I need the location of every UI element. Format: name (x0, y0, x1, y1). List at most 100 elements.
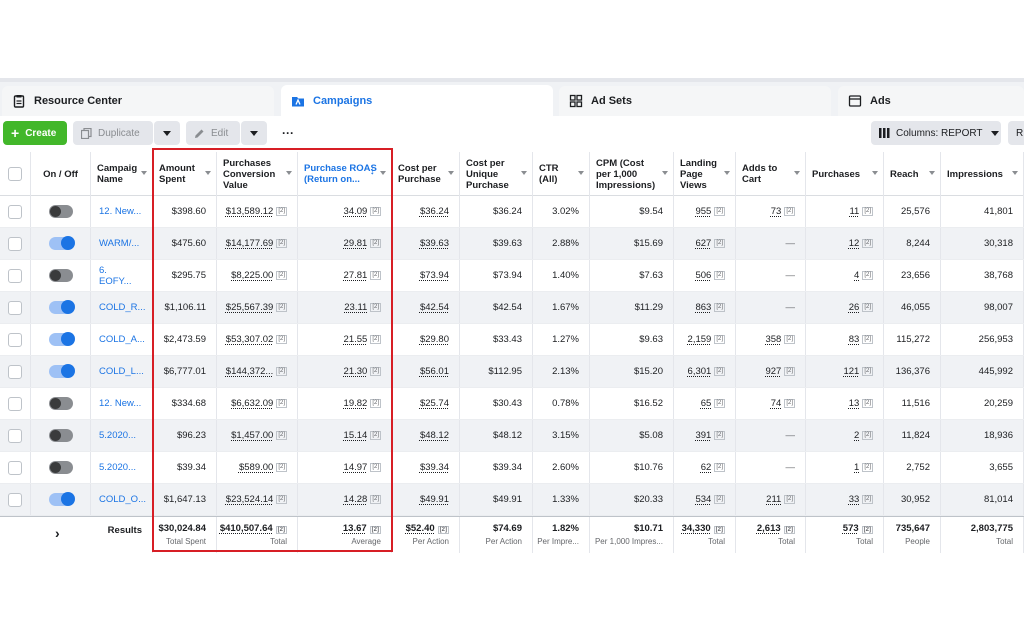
attribution-note-icon[interactable]: [2] (862, 239, 873, 248)
cell-value: 11 (849, 206, 860, 217)
attribution-note-icon[interactable]: [2] (713, 526, 725, 534)
attribution-note-icon[interactable]: [2] (862, 271, 873, 280)
cell-name: 12. New... (91, 196, 153, 227)
cell-reach: 30,952 (884, 484, 941, 515)
attribution-note-icon[interactable]: [2] (862, 303, 873, 312)
edit-dropdown-button[interactable] (241, 121, 267, 145)
attribution-note-icon[interactable]: [2] (714, 399, 725, 408)
cell-value[interactable]: COLD_A... (99, 334, 145, 345)
row-checkbox[interactable] (8, 268, 22, 283)
cell-value[interactable]: 5.2020... (99, 462, 136, 473)
tab-label: Ads (870, 95, 891, 107)
attribution-note-icon[interactable]: [2] (714, 495, 725, 504)
column-header-impr[interactable]: Impressions (941, 152, 1024, 196)
attribution-note-icon[interactable]: [2] (784, 399, 795, 408)
campaign-toggle[interactable] (48, 397, 73, 410)
attribution-note-icon[interactable]: [2] (862, 431, 873, 440)
cell-value[interactable]: 6. EOFY... (99, 265, 142, 287)
more-options-button[interactable]: ··· (276, 121, 300, 145)
column-header-cpp[interactable]: Cost per Purchase (392, 152, 460, 196)
attribution-note-icon[interactable]: [2] (714, 431, 725, 440)
results-value: 2,613 [2] (736, 523, 795, 534)
column-header-on[interactable]: On / Off (31, 152, 91, 196)
chevron-right-icon[interactable]: › (55, 525, 81, 541)
cell-value: 8,244 (906, 238, 930, 249)
tab-ads[interactable]: Ads (838, 86, 1024, 116)
duplicate-dropdown-button[interactable] (154, 121, 180, 145)
columns-button[interactable]: Columns: REPORT (871, 121, 1001, 145)
cell-atc: — (736, 292, 806, 323)
cell-value[interactable]: COLD_L... (99, 366, 144, 377)
cell-cpm: $11.29 (590, 292, 674, 323)
campaign-toggle[interactable] (48, 364, 75, 378)
row-checkbox[interactable] (8, 460, 22, 475)
column-header-ctr[interactable]: CTR (All) (533, 152, 590, 196)
cell-value[interactable]: 12. New... (99, 206, 141, 217)
row-checkbox[interactable] (8, 204, 22, 219)
attribution-note-icon[interactable]: [2] (861, 526, 873, 534)
attribution-note-icon[interactable]: [2] (714, 367, 725, 376)
cell-value[interactable]: WARM/... (99, 238, 139, 249)
attribution-note-icon[interactable]: [2] (784, 335, 795, 344)
tab-campaigns[interactable]: Campaigns (281, 85, 553, 116)
column-header-cpm[interactable]: CPM (Cost per 1,000 Impressions) (590, 152, 674, 196)
attribution-note-icon[interactable]: [2] (714, 335, 725, 344)
edit-button[interactable]: Edit (186, 121, 240, 145)
campaign-toggle[interactable] (48, 492, 75, 506)
cell-value[interactable]: COLD_O... (99, 494, 146, 505)
attribution-note-icon[interactable]: [2] (714, 303, 725, 312)
tab-ad-sets[interactable]: Ad Sets (559, 86, 831, 116)
attribution-note-icon[interactable]: [2] (714, 207, 725, 216)
attribution-note-icon[interactable]: [2] (714, 463, 725, 472)
column-header-name[interactable]: Campaig Name (91, 152, 153, 196)
attribution-note-icon[interactable]: [2] (862, 495, 873, 504)
column-header-lpv[interactable]: Landing Page Views (674, 152, 736, 196)
cell-cpp: $56.01 (392, 356, 460, 387)
row-checkbox[interactable] (8, 300, 22, 315)
attribution-note-icon[interactable]: [2] (714, 239, 725, 248)
campaign-toggle[interactable] (48, 300, 75, 314)
column-header-atc[interactable]: Adds to Cart (736, 152, 806, 196)
attribution-note-icon[interactable]: [2] (714, 271, 725, 280)
attribution-note-icon[interactable]: [2] (784, 495, 795, 504)
attribution-note-icon[interactable]: [2] (862, 335, 873, 344)
attribution-note-icon[interactable]: [2] (862, 463, 873, 472)
select-all-checkbox[interactable] (0, 152, 31, 196)
attribution-note-icon[interactable]: [2] (784, 367, 795, 376)
cell-name: 5.2020... (91, 452, 153, 483)
cell-value[interactable]: 5.2020... (99, 430, 136, 441)
row-checkbox[interactable] (8, 396, 22, 411)
column-header-reach[interactable]: Reach (884, 152, 941, 196)
column-header-purch[interactable]: Purchases (806, 152, 884, 196)
campaign-toggle[interactable] (48, 269, 73, 282)
attribution-note-icon[interactable]: [2] (862, 399, 873, 408)
duplicate-button[interactable]: Duplicate (73, 121, 153, 145)
campaign-toggle[interactable] (48, 461, 73, 474)
checkbox[interactable] (8, 167, 22, 181)
cell-value[interactable]: 12. New... (99, 398, 141, 409)
report-button[interactable]: R (1008, 121, 1024, 145)
results-value: 34,330 [2] (674, 523, 725, 534)
attribution-note-icon[interactable]: [2] (783, 526, 795, 534)
campaign-toggle[interactable] (48, 332, 75, 346)
row-checkbox[interactable] (8, 492, 22, 507)
cell-value: 30,952 (900, 494, 930, 505)
campaign-toggle[interactable] (48, 429, 73, 442)
row-checkbox[interactable] (8, 236, 22, 251)
attribution-note-icon[interactable]: [2] (862, 207, 873, 216)
create-button[interactable]: + Create (3, 121, 67, 145)
cell-value[interactable]: COLD_R... (99, 302, 145, 313)
toggle-cell (31, 292, 91, 323)
row-checkbox[interactable] (8, 332, 22, 347)
cell-cpp: $29.80 (392, 324, 460, 355)
campaign-toggle[interactable] (48, 236, 75, 250)
row-checkbox[interactable] (8, 364, 22, 379)
column-header-cpup[interactable]: Cost per Unique Purchase (460, 152, 533, 196)
campaign-toggle[interactable] (48, 205, 73, 218)
row-checkbox[interactable] (8, 428, 22, 443)
attribution-note-icon[interactable]: [2] (437, 526, 449, 534)
attribution-note-icon[interactable]: [2] (784, 207, 795, 216)
cell-cpup: $49.91 (460, 484, 533, 515)
tab-resource-center[interactable]: Resource Center (2, 86, 274, 116)
attribution-note-icon[interactable]: [2] (862, 367, 873, 376)
